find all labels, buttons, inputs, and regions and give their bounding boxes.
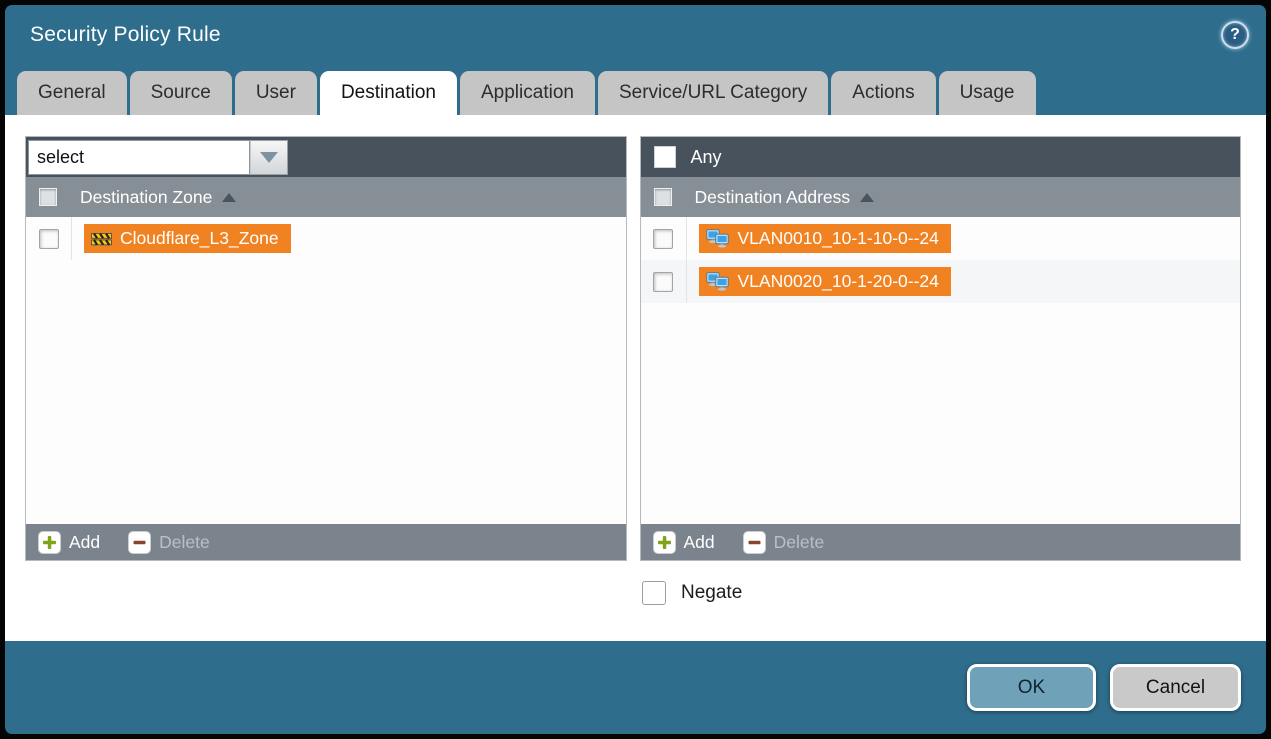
- address-delete-label: Delete: [774, 532, 825, 553]
- address-row-checkbox[interactable]: [653, 229, 673, 249]
- sort-ascending-icon: [222, 193, 236, 202]
- tab-service-url-category[interactable]: Service/URL Category: [598, 71, 828, 115]
- tab-user[interactable]: User: [235, 71, 317, 115]
- plus-icon: [653, 531, 676, 554]
- address-select-all-checkbox[interactable]: [654, 188, 672, 206]
- address-panel-footer: Add Delete: [641, 524, 1241, 560]
- zone-select-all-checkbox[interactable]: [39, 188, 57, 206]
- chevron-down-icon: [260, 152, 278, 163]
- zone-delete-button[interactable]: Delete: [128, 531, 210, 554]
- zone-column-header: Destination Zone: [26, 177, 626, 217]
- zone-select-input[interactable]: [28, 140, 250, 175]
- address-delete-button[interactable]: Delete: [743, 531, 825, 554]
- sort-ascending-icon: [860, 193, 874, 202]
- negate-checkbox[interactable]: [642, 581, 666, 605]
- zone-select-dropdown-button[interactable]: [250, 140, 288, 175]
- address-panel-toolbar: Any: [641, 137, 1241, 177]
- zone-barrier-icon: [91, 231, 112, 247]
- zone-list: Cloudflare_L3_Zone: [26, 217, 626, 524]
- address-chip-label: VLAN0020_10-1-20-0--24: [738, 271, 939, 292]
- address-add-button[interactable]: Add: [653, 531, 715, 554]
- address-network-icon: [706, 229, 730, 248]
- any-checkbox[interactable]: [654, 146, 676, 168]
- tab-usage[interactable]: Usage: [939, 71, 1036, 115]
- negate-label: Negate: [681, 582, 742, 604]
- tab-source[interactable]: Source: [130, 71, 232, 115]
- dialog-title: Security Policy Rule: [30, 23, 221, 47]
- zone-chip-label: Cloudflare_L3_Zone: [120, 228, 279, 249]
- address-column-header-label[interactable]: Destination Address: [695, 187, 875, 208]
- zone-panel-footer: Add Delete: [26, 524, 626, 560]
- dialog-footer: OK Cancel: [5, 641, 1266, 734]
- help-icon[interactable]: ?: [1221, 21, 1249, 49]
- address-chip-label: VLAN0010_10-1-10-0--24: [738, 228, 939, 249]
- ok-button[interactable]: OK: [967, 664, 1096, 711]
- address-row-checkbox-cell: [641, 217, 687, 260]
- cancel-button[interactable]: Cancel: [1110, 664, 1241, 711]
- zone-column-header-text: Destination Zone: [80, 187, 212, 208]
- address-list: VLAN0010_10-1-10-0--24: [641, 217, 1241, 524]
- address-row-checkbox[interactable]: [653, 272, 673, 292]
- destination-zone-panel: Destination Zone: [25, 136, 627, 561]
- zone-panel-toolbar: [26, 137, 626, 177]
- address-column-header-text: Destination Address: [695, 187, 851, 208]
- zone-list-row[interactable]: Cloudflare_L3_Zone: [26, 217, 626, 260]
- address-list-row[interactable]: VLAN0010_10-1-10-0--24: [641, 217, 1241, 260]
- tab-destination[interactable]: Destination: [320, 71, 457, 115]
- destination-address-panel: Any Destination Address: [640, 136, 1242, 561]
- zone-add-button[interactable]: Add: [38, 531, 100, 554]
- address-chip[interactable]: VLAN0010_10-1-10-0--24: [699, 224, 951, 253]
- zone-row-checkbox[interactable]: [39, 229, 59, 249]
- title-bar: Security Policy Rule ?: [5, 5, 1266, 65]
- address-column-header: Destination Address: [641, 177, 1241, 217]
- address-add-label: Add: [684, 532, 715, 553]
- destination-tab-content: Destination Zone: [5, 115, 1266, 641]
- minus-icon: [128, 531, 151, 554]
- tab-application[interactable]: Application: [460, 71, 595, 115]
- minus-icon: [743, 531, 766, 554]
- zone-add-label: Add: [69, 532, 100, 553]
- zone-chip[interactable]: Cloudflare_L3_Zone: [84, 224, 291, 253]
- address-chip[interactable]: VLAN0020_10-1-20-0--24: [699, 267, 951, 296]
- tab-general[interactable]: General: [17, 71, 127, 115]
- zone-row-checkbox-cell: [26, 217, 72, 260]
- zone-select-combo: [28, 140, 288, 175]
- address-list-row[interactable]: VLAN0020_10-1-20-0--24: [641, 260, 1241, 303]
- address-network-icon: [706, 272, 730, 291]
- tab-actions[interactable]: Actions: [831, 71, 935, 115]
- tab-strip: General Source User Destination Applicat…: [5, 65, 1266, 115]
- plus-icon: [38, 531, 61, 554]
- negate-row: Negate: [642, 581, 1241, 605]
- zone-delete-label: Delete: [159, 532, 210, 553]
- panels-container: Destination Zone: [25, 136, 1241, 561]
- dialog-frame: Security Policy Rule ? General Source Us…: [0, 0, 1271, 739]
- zone-column-header-label[interactable]: Destination Zone: [80, 187, 236, 208]
- address-row-checkbox-cell: [641, 260, 687, 303]
- security-policy-rule-dialog: Security Policy Rule ? General Source Us…: [5, 5, 1266, 734]
- any-label: Any: [691, 147, 722, 168]
